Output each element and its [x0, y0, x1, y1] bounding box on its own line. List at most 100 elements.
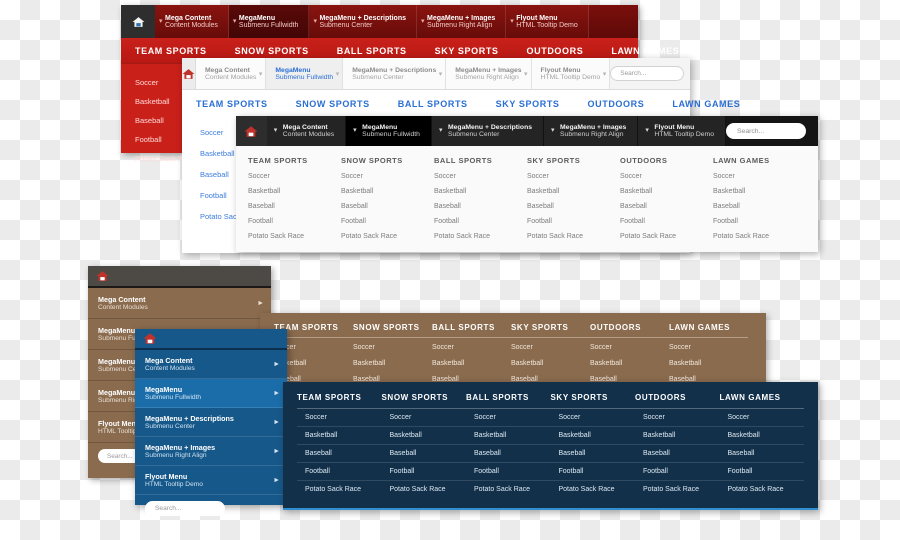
list-item[interactable]: Basketball	[353, 360, 432, 367]
list-item[interactable]: Soccer	[511, 344, 590, 351]
list-item[interactable]: Soccer	[353, 344, 432, 351]
list-item[interactable]: Basketball	[248, 188, 341, 195]
tab-megamenu[interactable]: MegaMenu Submenu Fullwidth ▾	[266, 58, 344, 89]
tab-megamenu-descriptions[interactable]: MegaMenu + Descriptions Submenu Center ▾	[343, 58, 447, 89]
list-item[interactable]: Soccer	[381, 414, 466, 427]
list-item[interactable]: Potato Sack Race	[434, 233, 527, 240]
tab-mega-content[interactable]: Mega Content Content Modules ▾	[196, 58, 267, 89]
home-button-light[interactable]	[182, 58, 196, 89]
list-item[interactable]: Football	[248, 218, 341, 225]
list-item[interactable]: Baseball	[381, 450, 466, 463]
nav-item-team-sports[interactable]: TEAM SPORTS	[121, 46, 221, 56]
list-item[interactable]: Basketball	[297, 432, 382, 445]
menu-item-mega-content[interactable]: Mega Content Content Modules ►	[135, 350, 287, 379]
list-item[interactable]: Baseball	[635, 450, 720, 463]
list-item[interactable]: Basketball	[381, 432, 466, 445]
list-item[interactable]: Football	[719, 468, 804, 481]
list-item[interactable]: Potato Sack Race	[248, 233, 341, 240]
list-item[interactable]: Basketball	[713, 188, 806, 195]
list-item[interactable]: Basketball	[527, 188, 620, 195]
home-button-dark[interactable]	[236, 116, 267, 146]
nav-item-outdoors[interactable]: OUTDOORS	[574, 99, 659, 109]
list-item[interactable]: Soccer	[466, 414, 551, 427]
search-input[interactable]: Search...	[145, 501, 225, 516]
list-item[interactable]: Soccer	[341, 173, 434, 180]
list-item[interactable]: Baseball	[297, 450, 382, 463]
nav-item-lawn-games[interactable]: LAWN GAMES	[658, 99, 754, 109]
list-item[interactable]: Soccer	[432, 344, 511, 351]
search-input[interactable]: Search...	[726, 123, 806, 139]
list-item[interactable]: Potato Sack Race	[635, 486, 720, 498]
menu-item-flyout-menu[interactable]: Flyout Menu HTML Tooltip Demo ►	[135, 466, 287, 495]
list-item[interactable]: Basketball	[590, 360, 669, 367]
list-item[interactable]: Football	[297, 468, 382, 481]
list-item[interactable]: Basketball	[466, 432, 551, 445]
list-item[interactable]: Soccer	[297, 414, 382, 427]
home-icon[interactable]	[96, 270, 109, 282]
list-item[interactable]: Basketball	[432, 360, 511, 367]
list-item[interactable]: Basketball	[511, 360, 590, 367]
list-item[interactable]: Soccer	[248, 173, 341, 180]
nav-item-sky-sports[interactable]: SKY SPORTS	[421, 46, 513, 56]
tab-mega-content[interactable]: ▾ Mega Content Content Modules	[266, 116, 347, 146]
list-item[interactable]: Potato Sack Race	[713, 233, 806, 240]
tab-megamenu-images[interactable]: MegaMenu + Images Submenu Right Align ▾	[446, 58, 532, 89]
home-button-red[interactable]	[121, 5, 155, 38]
list-item[interactable]: Football	[466, 468, 551, 481]
nav-item-snow-sports[interactable]: SNOW SPORTS	[282, 99, 384, 109]
list-item[interactable]: Football	[381, 468, 466, 481]
list-item[interactable]: Basketball	[719, 432, 804, 445]
tab-flyout-menu[interactable]: ▾ Flyout Menu HTML Tooltip Demo	[638, 116, 726, 146]
list-item[interactable]: Basketball	[669, 360, 748, 367]
list-item[interactable]: Basketball	[550, 432, 635, 445]
nav-item-outdoors[interactable]: OUTDOORS	[513, 46, 598, 56]
nav-item-ball-sports[interactable]: BALL SPORTS	[323, 46, 421, 56]
list-item[interactable]: Soccer	[550, 414, 635, 427]
list-item[interactable]: Potato Sack Race	[382, 486, 467, 498]
list-item[interactable]: Baseball	[248, 203, 341, 210]
search-input[interactable]: Search...	[610, 66, 685, 81]
list-item[interactable]: Football	[635, 468, 720, 481]
tab-megamenu-descriptions[interactable]: ▾ MegaMenu + Descriptions Submenu Center	[309, 5, 417, 38]
tab-megamenu-descriptions[interactable]: ▾ MegaMenu + Descriptions Submenu Center	[431, 116, 545, 146]
list-item[interactable]: Soccer	[713, 173, 806, 180]
list-item[interactable]: Potato Sack Race	[620, 233, 713, 240]
menu-item-megamenu-descriptions[interactable]: MegaMenu + Descriptions Submenu Center ►	[135, 408, 287, 437]
list-item[interactable]: Football	[527, 218, 620, 225]
list-item[interactable]: Soccer	[719, 414, 804, 427]
list-item[interactable]: Football	[341, 218, 434, 225]
list-item[interactable]: Potato Sack Race	[551, 486, 636, 498]
list-item[interactable]: Potato Sack Race	[527, 233, 620, 240]
list-item[interactable]: Soccer	[620, 173, 713, 180]
tab-mega-content[interactable]: ▾ Mega Content Content Modules	[155, 5, 229, 38]
menu-item-megamenu-images[interactable]: MegaMenu + Images Submenu Right Align ►	[135, 437, 287, 466]
tab-megamenu-images[interactable]: ▾ MegaMenu + Images Submenu Right Align	[544, 116, 639, 146]
nav-item-team-sports[interactable]: TEAM SPORTS	[182, 99, 282, 109]
list-item[interactable]: Soccer	[669, 344, 748, 351]
nav-item-sky-sports[interactable]: SKY SPORTS	[482, 99, 574, 109]
list-item[interactable]: Potato Sack Race	[297, 486, 382, 498]
tab-megamenu[interactable]: ▾ MegaMenu Submenu Fullwidth	[346, 116, 432, 146]
list-item[interactable]: Soccer	[635, 414, 720, 427]
list-item[interactable]: Basketball	[434, 188, 527, 195]
list-item[interactable]: Potato Sack Race	[720, 486, 805, 498]
list-item[interactable]: Basketball	[341, 188, 434, 195]
tab-megamenu[interactable]: ▾ MegaMenu Submenu Fullwidth	[228, 5, 310, 38]
list-item[interactable]: Football	[713, 218, 806, 225]
list-item[interactable]: Potato Sack Race	[341, 233, 434, 240]
list-item[interactable]: Soccer	[527, 173, 620, 180]
list-item[interactable]: Football	[434, 218, 527, 225]
tab-flyout-menu[interactable]: ▾ Flyout Menu HTML Tooltip Demo	[506, 5, 589, 38]
menu-item-mega-content[interactable]: Mega Content Content Modules ►	[88, 288, 271, 319]
list-item[interactable]: Football	[550, 468, 635, 481]
list-item[interactable]: Baseball	[434, 203, 527, 210]
list-item[interactable]: Baseball	[713, 203, 806, 210]
list-item[interactable]: Football	[620, 218, 713, 225]
nav-item-lawn-games[interactable]: LAWN GAMES	[597, 46, 693, 56]
list-item[interactable]: Basketball	[635, 432, 720, 445]
list-item[interactable]: Basketball	[620, 188, 713, 195]
list-item[interactable]: Baseball	[341, 203, 434, 210]
list-item[interactable]: Soccer	[434, 173, 527, 180]
list-item[interactable]: Soccer	[590, 344, 669, 351]
nav-item-snow-sports[interactable]: SNOW SPORTS	[221, 46, 323, 56]
